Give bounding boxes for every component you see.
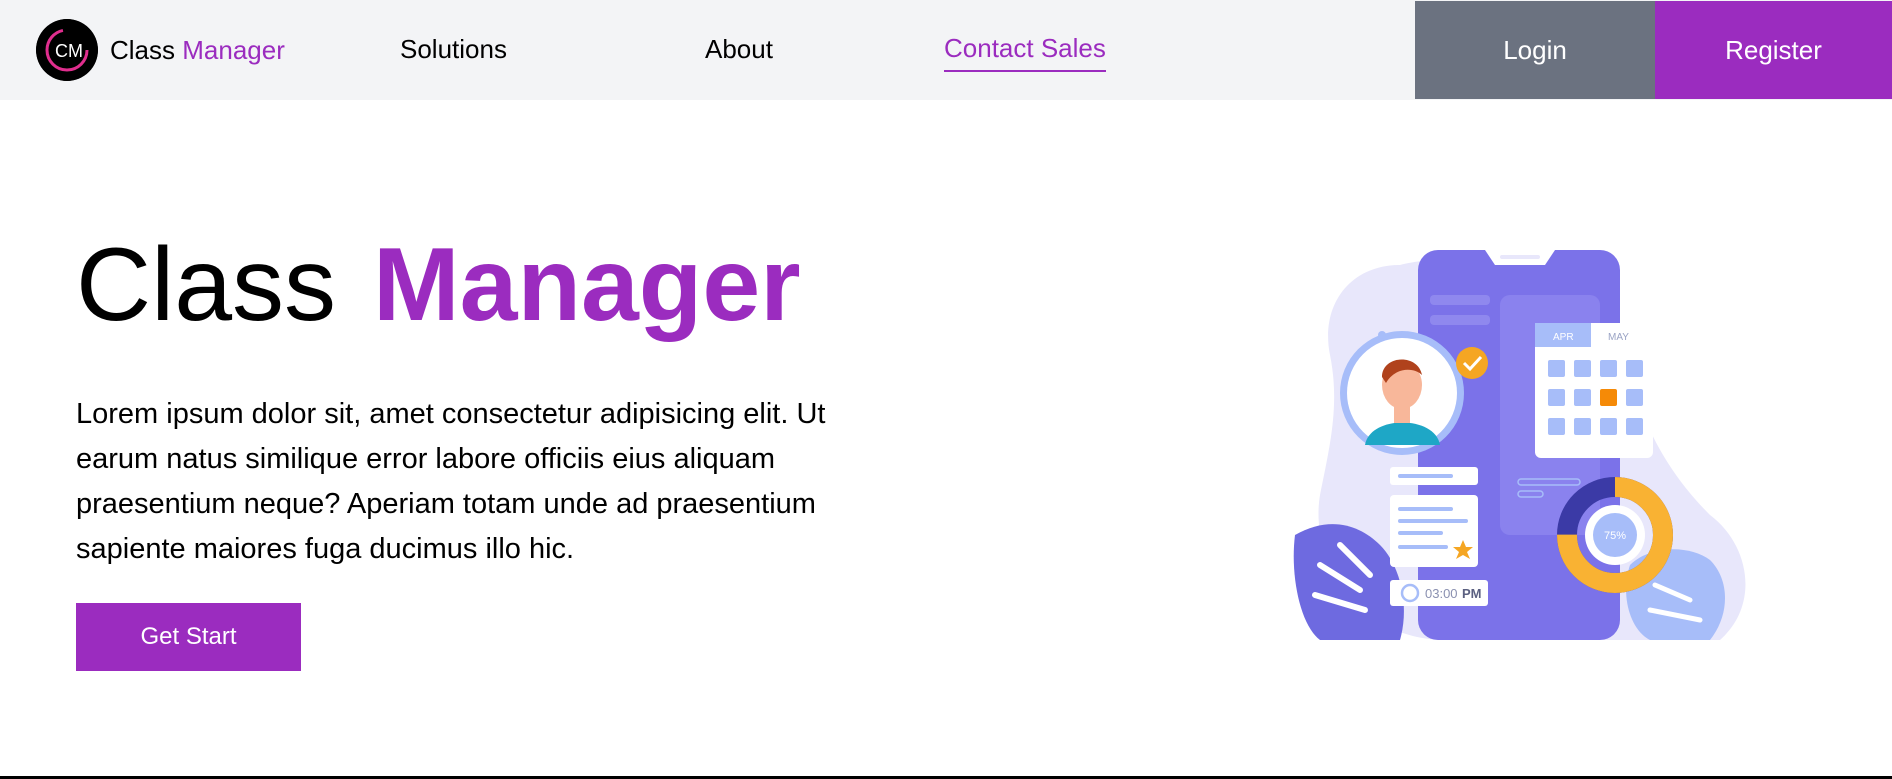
hero-title-main: Class — [76, 227, 337, 343]
calendar-month-apr: APR — [1553, 332, 1574, 343]
time-suffix: PM — [1462, 586, 1482, 601]
logo-icon: CM — [36, 19, 98, 81]
calendar-month-may: MAY — [1608, 332, 1629, 343]
nav-link-solutions[interactable]: Solutions — [400, 34, 507, 65]
hero-illustration: APR MAY 03:00 PM 75% — [1293, 250, 1746, 640]
text-card — [1390, 467, 1478, 567]
time-pill: 03:00 PM — [1390, 580, 1488, 606]
get-start-button[interactable]: Get Start — [76, 603, 301, 671]
hero-description: Lorem ipsum dolor sit, amet consectetur … — [76, 398, 826, 565]
logo-text-main: Class — [110, 34, 176, 65]
logo-text: Class Manager — [110, 35, 285, 66]
time-value: 03:00 — [1425, 586, 1458, 601]
register-button[interactable]: Register — [1655, 1, 1892, 99]
hero-title-accent: Manager — [372, 227, 801, 343]
logo-text-accent: Manager — [182, 34, 285, 65]
navbar: CM Class Manager Solutions About Contact… — [0, 0, 1892, 100]
login-button[interactable]: Login — [1415, 1, 1655, 99]
nav-link-contact-sales[interactable]: Contact Sales — [944, 33, 1106, 72]
hero-title: Class Manager — [76, 225, 801, 345]
logo-letter-c: CM — [55, 41, 83, 61]
progress-label: 75% — [1604, 530, 1626, 542]
calendar-widget: APR MAY — [1535, 323, 1653, 458]
logo[interactable]: CM Class Manager — [36, 19, 285, 81]
nav-link-about[interactable]: About — [705, 34, 773, 65]
